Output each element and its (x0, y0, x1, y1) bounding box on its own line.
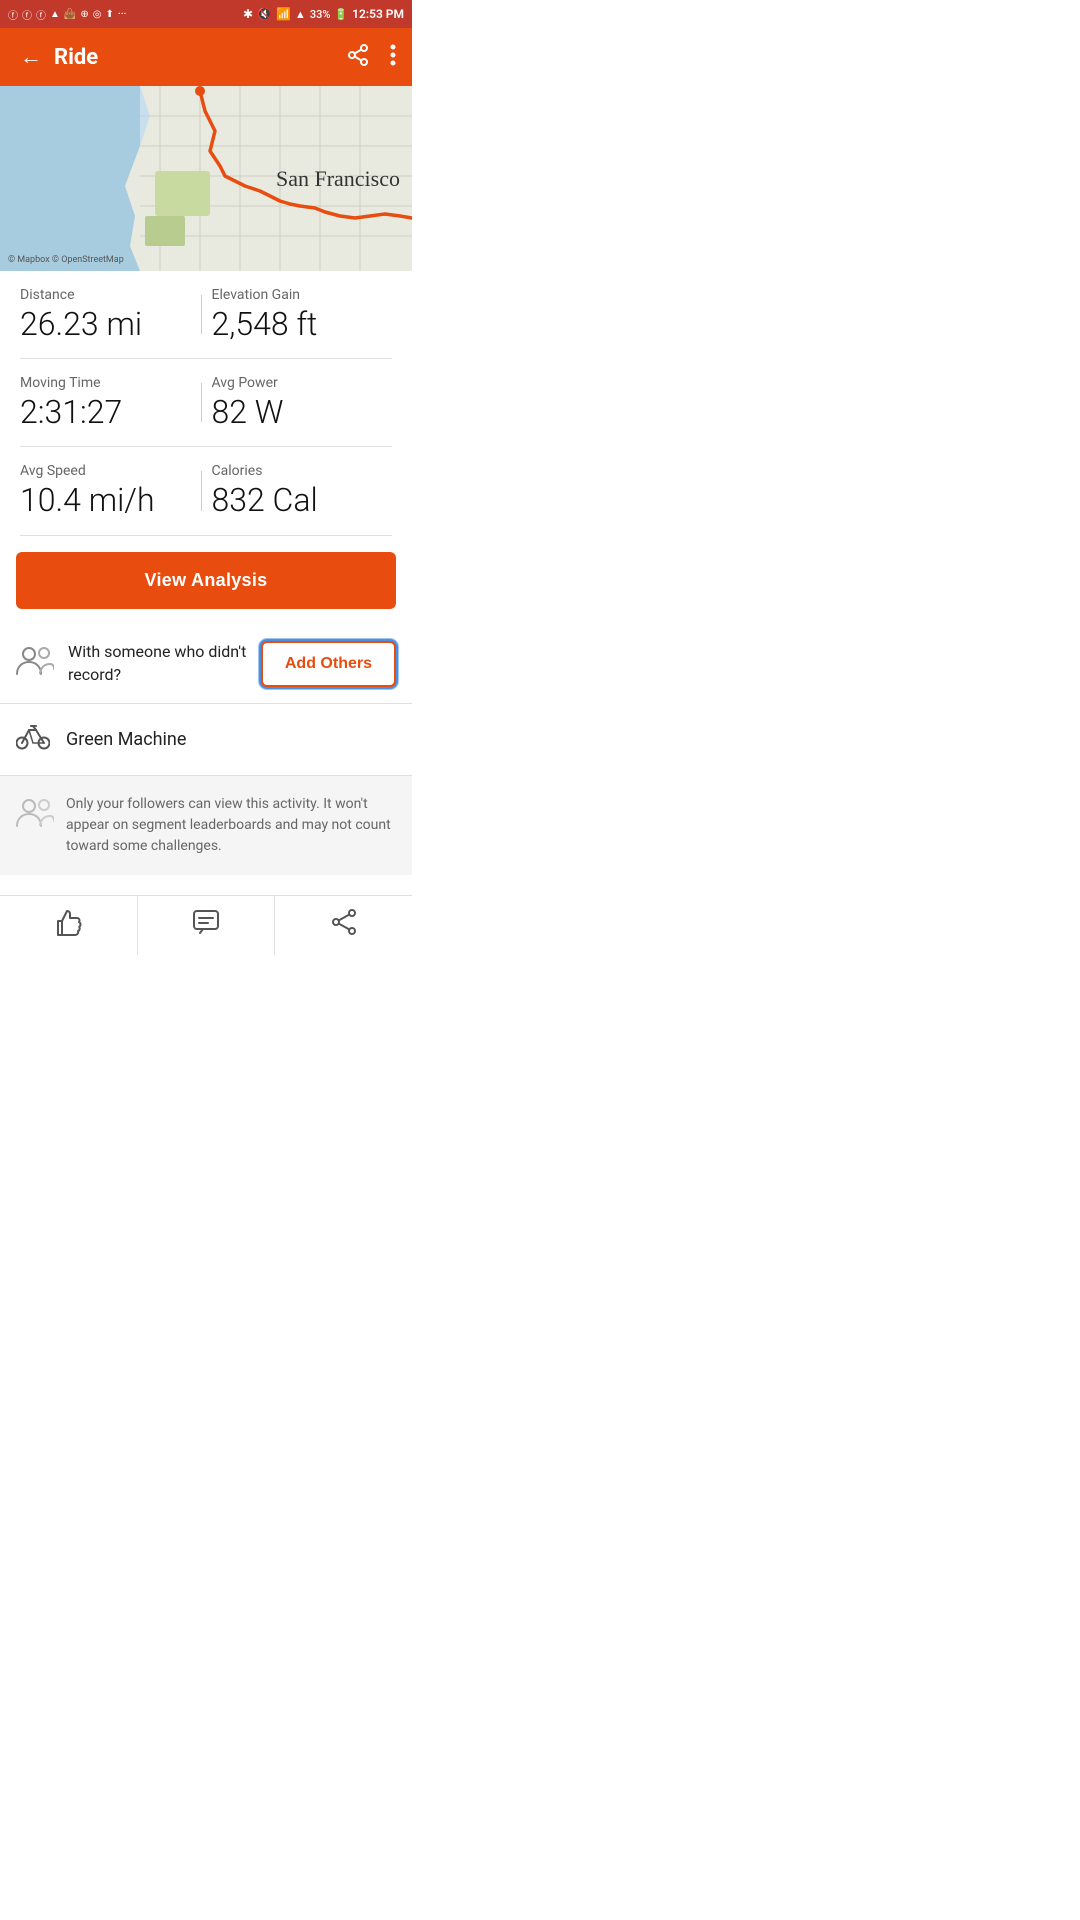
header-left: ← Ride (16, 40, 98, 74)
battery-icon: 🔋 (334, 8, 348, 21)
city-label: San Francisco (276, 166, 400, 192)
signal-icon: ▲ (295, 8, 306, 21)
battery-percent: 33% (310, 8, 331, 21)
distance-value: 26.23 mi (20, 307, 142, 342)
map-container: San Francisco © Mapbox © OpenStreetMap (0, 86, 412, 271)
bag-icon: 👜 (64, 9, 76, 20)
shield-icon: ⊕ (80, 9, 88, 20)
mute-icon: 🔇 (257, 7, 272, 21)
status-right: ✱ 🔇 📶 ▲ 33% 🔋 12:53 PM (243, 7, 404, 21)
moving-time-label: Moving Time (20, 375, 101, 391)
moving-time-value: 2:31:27 (20, 395, 122, 430)
back-button[interactable]: ← (16, 40, 46, 74)
add-others-prompt: With someone who didn't record? (68, 641, 261, 686)
like-button[interactable] (0, 896, 138, 955)
calories-value: 832 Cal (212, 483, 318, 518)
map-credit: © Mapbox © OpenStreetMap (8, 255, 124, 265)
circle-icon: ◎ (93, 9, 102, 20)
distance-label: Distance (20, 287, 75, 303)
add-others-button[interactable]: Add Others (261, 641, 396, 687)
header-right (346, 43, 396, 72)
bike-name: Green Machine (66, 729, 186, 750)
moving-time-block: Moving Time 2:31:27 (20, 375, 201, 430)
more-menu-icon[interactable] (390, 43, 396, 72)
stats-section: Distance 26.23 mi Elevation Gain 2,548 f… (0, 271, 412, 536)
nav-icon: ⬆ (105, 9, 113, 20)
calories-block: Calories 832 Cal (202, 463, 393, 518)
avg-power-value: 82 W (212, 395, 284, 430)
thumbs-up-icon (53, 908, 83, 943)
share-icon[interactable] (346, 43, 370, 72)
comment-icon (192, 909, 220, 942)
bike-icon (16, 722, 50, 757)
status-left: ⓕ ⓕ ⓕ ▲ 👜 ⊕ ◎ ⬆ ··· (8, 7, 126, 22)
privacy-section: Only your followers can view this activi… (0, 776, 412, 875)
elevation-value: 2,548 ft (212, 307, 318, 342)
stats-row-3: Avg Speed 10.4 mi/h Calories 832 Cal (20, 447, 392, 535)
fb-icon-3: ⓕ (36, 7, 46, 22)
status-bar: ⓕ ⓕ ⓕ ▲ 👜 ⊕ ◎ ⬆ ··· ✱ 🔇 📶 ▲ 33% 🔋 12:53 … (0, 0, 412, 28)
avg-speed-block: Avg Speed 10.4 mi/h (20, 463, 201, 518)
elevation-block: Elevation Gain 2,548 ft (202, 287, 393, 342)
share-activity-button[interactable] (275, 896, 412, 955)
stats-row-1: Distance 26.23 mi Elevation Gain 2,548 f… (20, 271, 392, 359)
stats-row-2: Moving Time 2:31:27 Avg Power 82 W (20, 359, 392, 447)
avg-power-label: Avg Power (212, 375, 278, 391)
add-others-section: With someone who didn't record? Add Othe… (0, 625, 412, 704)
avg-power-block: Avg Power 82 W (202, 375, 393, 430)
dots-icon: ··· (118, 9, 127, 20)
wifi-icon: 📶 (276, 7, 291, 21)
view-analysis-button[interactable]: View Analysis (16, 552, 396, 609)
share-bottom-icon (330, 908, 358, 943)
privacy-text: Only your followers can view this activi… (66, 794, 396, 857)
privacy-group-icon (16, 796, 52, 835)
group-icon (16, 644, 54, 683)
time: 12:53 PM (352, 7, 404, 21)
bottom-bar (0, 895, 412, 955)
page-title: Ride (54, 45, 98, 70)
avg-speed-value: 10.4 mi/h (20, 483, 155, 518)
elevation-label: Elevation Gain (212, 287, 300, 303)
fb-icon-1: ⓕ (8, 7, 18, 22)
header: ← Ride (0, 28, 412, 86)
distance-block: Distance 26.23 mi (20, 287, 201, 342)
calories-label: Calories (212, 463, 263, 479)
alert-icon: ▲ (50, 9, 60, 20)
comment-button[interactable] (138, 896, 276, 955)
fb-icon-2: ⓕ (22, 7, 32, 22)
avg-speed-label: Avg Speed (20, 463, 86, 479)
bike-section: Green Machine (0, 704, 412, 776)
bluetooth-icon: ✱ (243, 7, 253, 21)
